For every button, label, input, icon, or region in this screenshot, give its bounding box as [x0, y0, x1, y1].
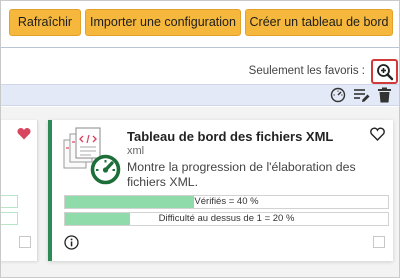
- heart-outline-icon[interactable]: [370, 127, 385, 141]
- speedometer-badge-icon: [90, 154, 121, 185]
- verified-progress-bar: Vérifiés = 40 %: [64, 195, 389, 209]
- info-icon[interactable]: [64, 235, 79, 250]
- trash-icon[interactable]: [377, 87, 392, 103]
- speedometer-icon[interactable]: [330, 87, 346, 103]
- toolbar-divider: [1, 47, 399, 48]
- select-checkbox[interactable]: [373, 236, 385, 248]
- heart-filled-icon[interactable]: [17, 127, 31, 140]
- favorites-only-label[interactable]: Seulement les favoris :: [249, 65, 365, 77]
- difficulty-progress-label: Difficulté au dessus de 1 = 20 %: [158, 213, 295, 224]
- zoom-in-icon: [377, 64, 394, 81]
- favorites-filter-row: Seulement les favoris :: [1, 59, 399, 83]
- actions-band: [1, 84, 399, 106]
- edit-list-icon[interactable]: [353, 87, 370, 103]
- indicator-bar: [1, 212, 18, 225]
- difficulty-progress-bar: Difficulté au dessus de 1 = 20 %: [64, 212, 389, 226]
- dashboard-card-xml[interactable]: Tableau de bord des fichiers XML xml Mon…: [48, 120, 393, 261]
- card-description: Montre la progression de l'élaboration d…: [127, 160, 356, 189]
- create-dashboard-button[interactable]: Créer un tableau de bord: [245, 9, 393, 36]
- indicator-bar: [1, 195, 18, 208]
- verified-progress-label: Vérifiés = 40 %: [194, 196, 259, 207]
- card-title[interactable]: Tableau de bord des fichiers XML: [127, 129, 333, 144]
- import-configuration-button[interactable]: Importer une configuration: [85, 9, 241, 36]
- select-checkbox[interactable]: [19, 236, 31, 248]
- dashboard-card-partial[interactable]: [1, 120, 38, 261]
- card-subtitle: xml: [127, 145, 145, 157]
- refresh-button[interactable]: Rafraîchir: [9, 9, 81, 36]
- toolbar: Rafraîchir Importer une configuration Cr…: [1, 1, 399, 41]
- dashboard-window: Rafraîchir Importer une configuration Cr…: [0, 0, 400, 278]
- zoom-button[interactable]: [371, 59, 398, 84]
